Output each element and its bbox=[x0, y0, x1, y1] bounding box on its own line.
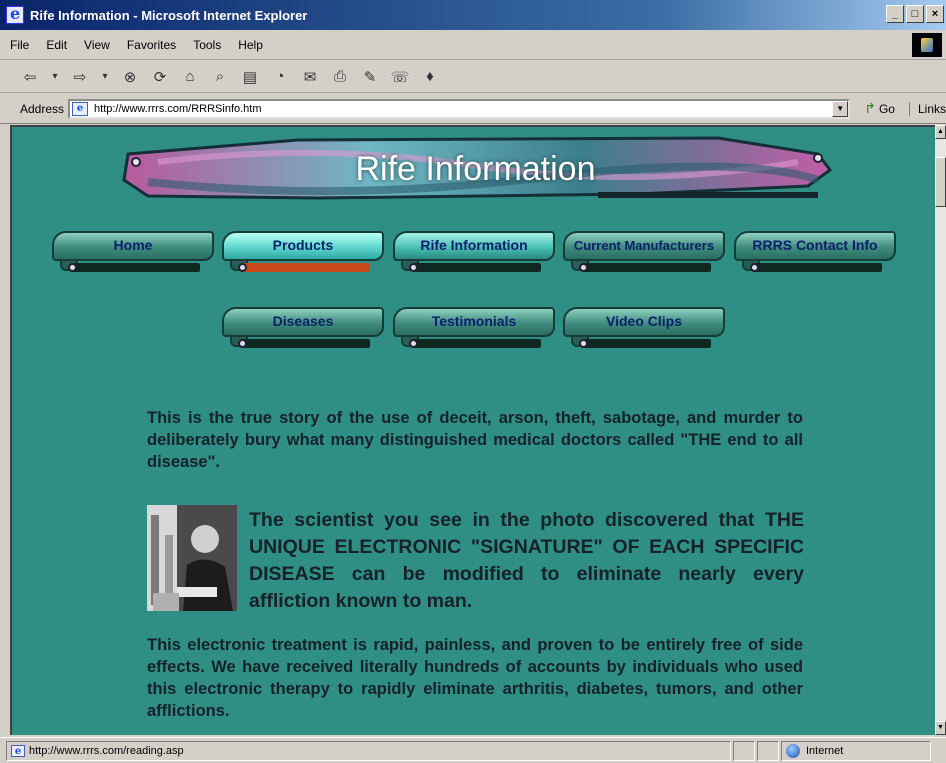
nav-products-button[interactable]: Products bbox=[222, 231, 384, 279]
button-rivet-icon bbox=[579, 263, 588, 272]
menu-edit[interactable]: Edit bbox=[46, 38, 67, 52]
menu-tools[interactable]: Tools bbox=[193, 38, 221, 52]
back-dropdown-icon[interactable]: ▾ bbox=[50, 67, 60, 87]
menu-view[interactable]: View bbox=[84, 38, 110, 52]
maximize-button[interactable]: □ bbox=[906, 5, 924, 23]
home-icon[interactable]: ⌂ bbox=[180, 67, 200, 87]
edit-icon[interactable]: ✎ bbox=[360, 67, 380, 87]
window-title: Rife Information - Microsoft Internet Ex… bbox=[30, 7, 308, 23]
window-controls: _ □ × bbox=[886, 5, 944, 23]
favorites-icon[interactable]: ▤ bbox=[240, 67, 260, 87]
scroll-down-icon[interactable]: ▼ bbox=[935, 721, 946, 735]
address-bar: Address e http://www.rrrs.com/RRRSinfo.h… bbox=[0, 94, 946, 124]
title-bar: Rife Information - Microsoft Internet Ex… bbox=[0, 0, 946, 30]
go-arrow-icon: ↱ bbox=[864, 100, 876, 116]
minimize-button[interactable]: _ bbox=[886, 5, 904, 23]
scroll-up-icon[interactable]: ▲ bbox=[935, 125, 946, 139]
button-rivet-icon bbox=[238, 263, 247, 272]
button-rivet-icon bbox=[409, 339, 418, 348]
address-input[interactable]: e http://www.rrrs.com/RRRSinfo.htm ▼ bbox=[68, 98, 851, 119]
button-underbar bbox=[70, 263, 200, 272]
search-icon[interactable]: ⌕ bbox=[210, 67, 230, 87]
mail-icon[interactable]: ✉ bbox=[300, 67, 320, 87]
standard-toolbar: ⇦ ▾ ⇨ ▾ ⊗ ⟳ ⌂ ⌕ ▤ ◔ ✉ ⎙ ✎ ☏ ♦ bbox=[0, 61, 946, 93]
close-button[interactable]: × bbox=[926, 5, 944, 23]
status-progress-cell bbox=[733, 740, 755, 761]
security-zone-label: Internet bbox=[806, 744, 844, 757]
go-label: Go bbox=[878, 101, 895, 116]
button-rivet-icon bbox=[579, 339, 588, 348]
button-underbar bbox=[411, 263, 541, 272]
button-underbar bbox=[581, 263, 711, 272]
internet-zone-icon bbox=[786, 743, 800, 758]
messenger-icon[interactable]: ♦ bbox=[420, 67, 440, 87]
print-icon[interactable]: ⎙ bbox=[330, 67, 350, 87]
scroll-thumb[interactable] bbox=[935, 157, 946, 207]
menu-file[interactable]: File bbox=[10, 38, 29, 52]
nav-diseases-button[interactable]: Diseases bbox=[222, 307, 384, 355]
links-button[interactable]: Links bbox=[908, 101, 946, 116]
menu-favorites[interactable]: Favorites bbox=[127, 38, 176, 52]
intro-paragraph: This is the true story of the use of dec… bbox=[147, 409, 803, 471]
address-dropdown-icon[interactable]: ▼ bbox=[832, 100, 849, 117]
forward-icon[interactable]: ⇨ bbox=[70, 67, 90, 87]
nav-current-manufacturers-label: Current Manufacturers bbox=[573, 238, 715, 253]
scientist-photo bbox=[147, 505, 237, 611]
button-underbar bbox=[581, 339, 711, 348]
refresh-icon[interactable]: ⟳ bbox=[150, 67, 170, 87]
nav-home-label: Home bbox=[113, 237, 153, 253]
nav-current-manufacturers-button[interactable]: Current Manufacturers bbox=[563, 231, 725, 279]
nav-video-clips-button[interactable]: Video Clips bbox=[563, 307, 725, 355]
stop-icon[interactable]: ⊗ bbox=[120, 67, 140, 87]
button-rivet-icon bbox=[68, 263, 77, 272]
discuss-icon[interactable]: ☏ bbox=[390, 67, 410, 87]
page-title: Rife Information bbox=[355, 150, 596, 188]
nav-rrrs-contact-info-label: RRRS Contact Info bbox=[752, 237, 878, 253]
nav-rife-information-button[interactable]: Rife Information bbox=[393, 231, 555, 279]
button-rivet-icon bbox=[238, 339, 247, 348]
menu-help[interactable]: Help bbox=[238, 38, 263, 52]
security-zone-cell: Internet bbox=[781, 740, 931, 761]
page-icon: e bbox=[72, 101, 89, 116]
banner: Rife Information bbox=[118, 132, 833, 210]
windows-logo-icon bbox=[912, 33, 942, 57]
button-rivet-icon bbox=[750, 263, 759, 272]
nav-diseases-label: Diseases bbox=[272, 313, 334, 329]
button-underbar bbox=[752, 263, 882, 272]
button-underbar bbox=[240, 263, 370, 272]
nav-testimonials-label: Testimonials bbox=[431, 313, 517, 329]
ie-page-icon bbox=[6, 4, 24, 24]
page-viewport: Rife Information Home Products Rife Info… bbox=[10, 125, 935, 735]
button-underbar bbox=[411, 339, 541, 348]
status-lock-cell bbox=[757, 740, 779, 761]
history-icon[interactable]: ◔ bbox=[270, 67, 290, 87]
status-bar: e http://www.rrrs.com/reading.asp Intern… bbox=[0, 737, 946, 763]
menu-bar: File Edit View Favorites Tools Help bbox=[0, 30, 946, 60]
nav-testimonials-button[interactable]: Testimonials bbox=[393, 307, 555, 355]
button-underbar bbox=[240, 339, 370, 348]
go-button[interactable]: ↱ Go bbox=[864, 100, 895, 117]
nav-products-label: Products bbox=[272, 237, 334, 253]
body-paragraph: This electronic treatment is rapid, pain… bbox=[147, 636, 803, 720]
highlight-paragraph: The scientist you see in the photo disco… bbox=[249, 509, 804, 612]
button-rivet-icon bbox=[409, 263, 418, 272]
vertical-scrollbar[interactable]: ▲ ▼ bbox=[935, 125, 946, 735]
back-icon[interactable]: ⇦ bbox=[20, 67, 40, 87]
address-label: Address bbox=[20, 101, 65, 116]
status-text-cell: e http://www.rrrs.com/reading.asp bbox=[6, 740, 731, 761]
status-page-icon: e bbox=[11, 744, 25, 757]
nav-home-button[interactable]: Home bbox=[52, 231, 214, 279]
nav-rrrs-contact-info-button[interactable]: RRRS Contact Info bbox=[734, 231, 896, 279]
nav-rife-information-label: Rife Information bbox=[420, 237, 528, 253]
status-url: http://www.rrrs.com/reading.asp bbox=[29, 744, 184, 757]
nav-video-clips-label: Video Clips bbox=[606, 313, 682, 329]
scientist-photo-image bbox=[147, 505, 237, 611]
forward-dropdown-icon[interactable]: ▾ bbox=[100, 67, 110, 87]
address-url[interactable]: http://www.rrrs.com/RRRSinfo.htm bbox=[94, 103, 261, 115]
